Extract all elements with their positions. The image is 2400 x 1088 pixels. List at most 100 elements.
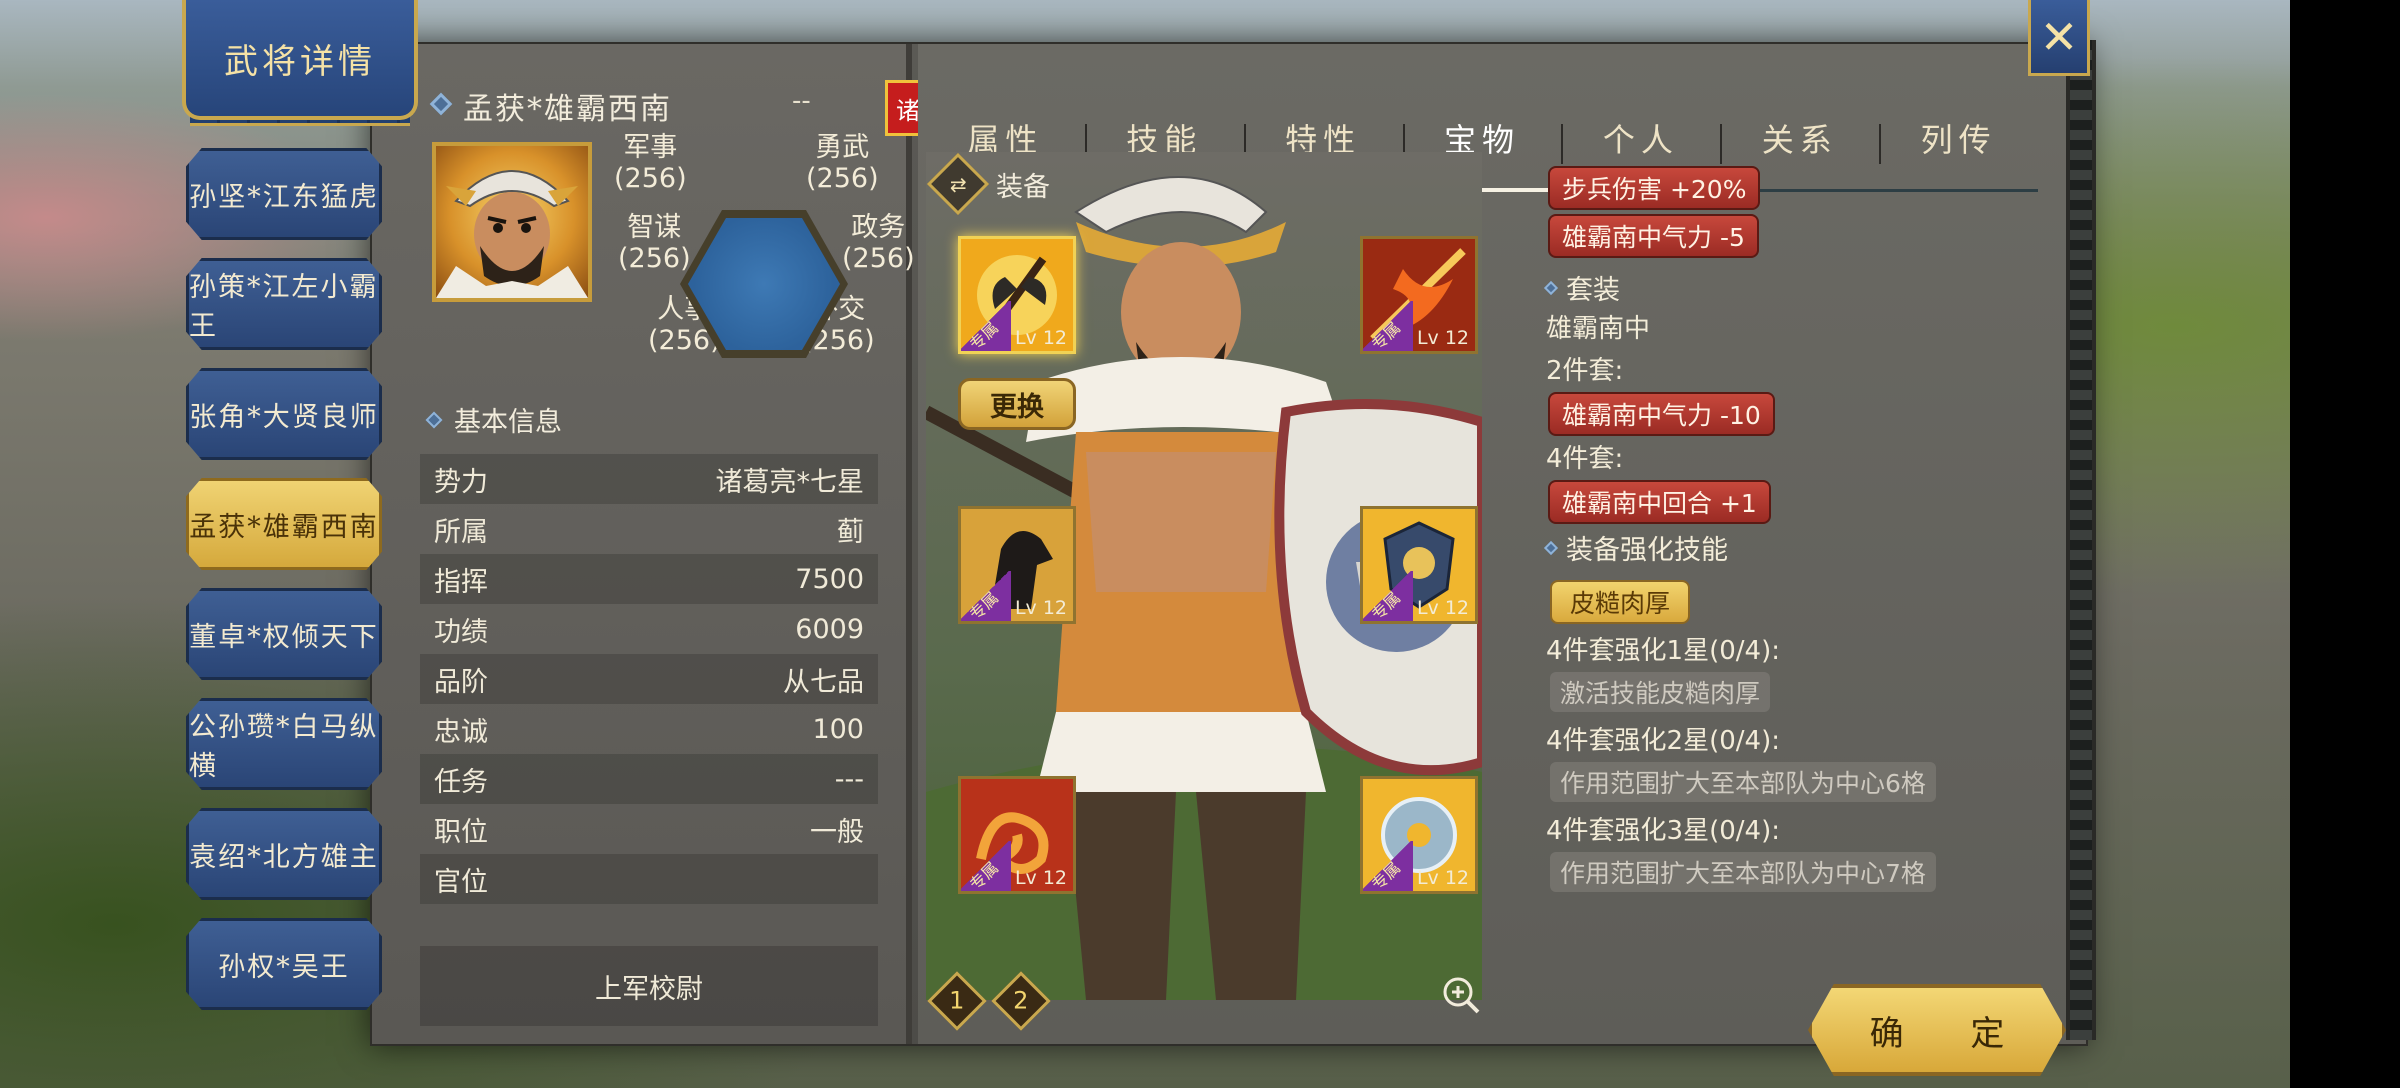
enhance-title: 装备强化技能 [1566, 535, 1728, 566]
info-value: --- [834, 763, 864, 795]
sidebar-hero-8[interactable]: 孙权*吴王 [186, 918, 382, 1010]
equip-level: Lv 12 [1416, 597, 1469, 619]
change-equipment-button[interactable]: 更换 [958, 378, 1076, 430]
exclusive-badge: 专属 [1363, 841, 1413, 891]
info-row: 任务 --- [420, 754, 878, 804]
equipment-header: ⇄ 装备 [926, 152, 1050, 216]
confirm-button[interactable]: 确 定 [1808, 984, 2066, 1076]
star1-desc: 激活技能皮糙肉厚 [1550, 672, 1771, 712]
bonus-stamina: 雄霸南中气力 -5 [1548, 214, 1759, 258]
info-label: 所属 [434, 516, 488, 548]
official-rank-box: 上军校尉 [420, 946, 878, 1026]
info-label: 指挥 [434, 566, 488, 598]
exclusive-badge: 专属 [1363, 301, 1413, 351]
stat-military: 军事 (256) [614, 132, 687, 194]
close-icon: ✕ [2039, 9, 2079, 64]
sidebar-hero-3[interactable]: 张角*大贤良师 [186, 368, 382, 460]
info-label: 官位 [434, 866, 488, 898]
info-row: 忠诚 100 [420, 704, 878, 754]
equip-level: Lv 12 [1416, 327, 1469, 349]
set-header: 套装 [1543, 268, 1620, 307]
stat-valor: 勇武 (256) [806, 132, 879, 194]
hero-name: 孟获*雄霸西南 [463, 92, 672, 127]
hero-name-dash: -- [792, 86, 811, 116]
sidebar-hero-4[interactable]: 孟获*雄霸西南 [186, 478, 382, 570]
bonus-infantry-damage: 步兵伤害 +20% [1548, 166, 1761, 210]
equip-level: Lv 12 [1014, 597, 1067, 619]
diamond-icon [429, 92, 453, 116]
sidebar-hero-2[interactable]: 孙策*江左小霸王 [186, 258, 382, 350]
stat-military-label: 军事 [623, 132, 678, 163]
swap-icon[interactable]: ⇄ [926, 152, 990, 216]
info-value: 诸葛亮*七星 [715, 466, 865, 498]
title-banner: 武将详情 [182, 0, 418, 120]
star2-desc: 作用范围扩大至本部队为中心6格 [1550, 762, 1936, 802]
enhance-header: 装备强化技能 [1543, 528, 1728, 567]
set4-bonus: 雄霸南中回合 +1 [1548, 480, 1771, 524]
stat-politics-value: (256) [842, 243, 915, 275]
star2-label: 4件套强化2星(0/4): [1546, 726, 1780, 756]
stat-valor-value: (256) [806, 163, 879, 195]
sidebar-hero-6[interactable]: 公孙瓒*白马纵横 [186, 698, 382, 790]
info-row: 职位 一般 [420, 804, 878, 854]
enhance-skill-tag: 皮糙肉厚 [1550, 580, 1691, 624]
star3-label: 4件套强化3星(0/4): [1546, 816, 1780, 846]
sidebar-hero-5[interactable]: 董卓*权倾天下 [186, 588, 382, 680]
info-value: 从七品 [783, 666, 864, 698]
sidebar-hero-1[interactable]: 孙坚*江东猛虎 [186, 148, 382, 240]
stat-politics: 政务 (256) [842, 212, 915, 274]
decorative-chain [2066, 40, 2096, 1040]
stat-intellect: 智谋 (256) [618, 212, 691, 274]
equip-level: Lv 12 [1416, 867, 1469, 889]
set2-bonus-tag: 雄霸南中气力 -10 [1548, 392, 1775, 436]
info-row: 指挥 7500 [420, 554, 878, 604]
star3-desc: 作用范围扩大至本部队为中心7格 [1550, 852, 1936, 892]
set4-label: 4件套: [1546, 444, 1624, 474]
exclusive-badge: 专属 [1363, 571, 1413, 621]
info-label: 功绩 [434, 616, 488, 648]
hero-face-icon [436, 170, 588, 298]
screen-edge [2290, 0, 2400, 1088]
diamond-icon [1543, 540, 1559, 555]
tab-biography[interactable]: 列传 [1879, 86, 2038, 189]
diamond-icon [1543, 280, 1559, 295]
set-title: 套装 [1566, 275, 1620, 306]
basic-info-table: 势力 诸葛亮*七星 所属 蓟 指挥 7500 功绩 6009 品阶 从七品 忠诚 100 任… [420, 454, 878, 904]
close-button[interactable]: ✕ [2028, 0, 2090, 76]
zoom-in-icon[interactable] [1440, 974, 1482, 1016]
star1-label: 4件套强化1星(0/4): [1546, 636, 1780, 666]
equip-slot-horse[interactable]: 专属 Lv 12 [958, 506, 1076, 624]
exclusive-badge: 专属 [961, 301, 1011, 351]
equip-slot-treasure-3[interactable]: 专属 Lv 12 [1360, 776, 1478, 894]
stat-intellect-value: (256) [618, 243, 691, 275]
set2-label: 2件套: [1546, 356, 1624, 386]
hero-name-row: 孟获*雄霸西南 -- 诸 [427, 80, 931, 136]
equip-slot-treasure-2[interactable]: 专属 Lv 12 [958, 776, 1076, 894]
basic-info-title: 基本信息 [454, 407, 562, 438]
stat-intellect-label: 智谋 [627, 212, 682, 243]
stat-military-value: (256) [614, 163, 687, 195]
equipment-title: 装备 [996, 171, 1050, 203]
equip-slot-weapon[interactable]: 专属 Lv 12 [958, 236, 1076, 354]
page-title: 武将详情 [224, 41, 376, 82]
info-value: 一般 [810, 816, 864, 848]
left-pane: 孟获*雄霸西南 -- 诸 军事 (256) 勇武 (256) 智谋 (256) … [372, 44, 931, 1044]
hero-portrait [432, 142, 592, 302]
info-value: 100 [812, 713, 864, 745]
equip-level: Lv 12 [1014, 327, 1067, 349]
star2-desc-tag: 作用范围扩大至本部队为中心6格 [1550, 762, 1936, 802]
equip-slot-treasure-1[interactable]: 专属 Lv 12 [1360, 236, 1478, 354]
info-label: 势力 [434, 466, 488, 498]
info-label: 忠诚 [434, 716, 488, 748]
info-row: 官位 [420, 854, 878, 904]
star3-desc-tag: 作用范围扩大至本部队为中心7格 [1550, 852, 1936, 892]
sidebar-hero-7[interactable]: 袁绍*北方雄主 [186, 808, 382, 900]
info-row: 品阶 从七品 [420, 654, 878, 704]
star1-desc-tag: 激活技能皮糙肉厚 [1550, 672, 1771, 712]
set2-bonus: 雄霸南中气力 -10 [1548, 392, 1775, 436]
info-row: 所属 蓟 [420, 504, 878, 554]
equip-slot-armor[interactable]: 专属 Lv 12 [1360, 506, 1478, 624]
set-name: 雄霸南中 [1546, 314, 1651, 344]
diamond-icon [425, 411, 443, 428]
info-label: 职位 [434, 816, 488, 848]
